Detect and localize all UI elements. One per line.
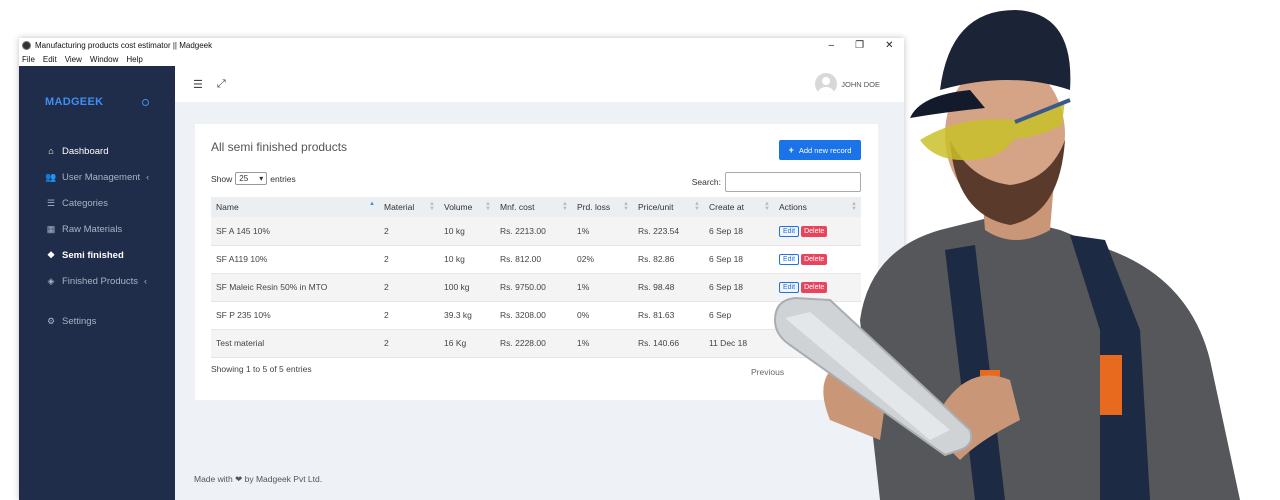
chevron-left-icon: ‹	[144, 276, 148, 286]
menu-edit[interactable]: Edit	[43, 55, 57, 64]
sort-icon: ▲ ▼	[623, 201, 629, 212]
worker-illustration	[773, 10, 1240, 500]
sidebar-item-categories[interactable]: ☰ Categories	[19, 190, 175, 216]
column-header-name[interactable]: Name ▲	[211, 197, 379, 217]
sidebar-item-finished-products[interactable]: ◈ Finished Products ‹	[19, 268, 175, 294]
page-length-control: Show 25 ▾ entries	[211, 172, 296, 185]
column-header-price-unit[interactable]: Price/unit ▲ ▼	[633, 197, 704, 217]
column-header-mnf-cost[interactable]: Mnf. cost ▲ ▼	[495, 197, 572, 217]
sidebar: MADGEEK ⌂ Dashboard 👥 User Management ‹ …	[19, 66, 175, 500]
sidebar-item-dashboard[interactable]: ⌂ Dashboard	[19, 138, 175, 164]
chevron-down-icon: ▾	[259, 174, 264, 183]
app-icon	[22, 40, 31, 50]
card-title: All semi finished products	[211, 140, 348, 154]
page-size-select[interactable]: 25 ▾	[235, 172, 268, 185]
menu-toggle-icon[interactable]: ☰	[193, 78, 203, 91]
menu-file[interactable]: File	[22, 55, 35, 64]
cube-icon: ◈	[47, 275, 55, 286]
menu-help[interactable]: Help	[126, 55, 142, 64]
sidebar-item-raw-materials[interactable]: ▦ Raw Materials	[19, 216, 175, 242]
window-title: Manufacturing products cost estimator ||…	[35, 40, 213, 50]
column-header-material[interactable]: Material ▲ ▼	[379, 197, 439, 217]
home-icon: ⌂	[48, 146, 54, 156]
table-row: SF P 235 10% 2 39.3 kg Rs. 3208.00 0% Rs…	[211, 301, 861, 330]
sidebar-toggle-icon[interactable]	[142, 98, 149, 106]
column-header-create-at[interactable]: Create at ▲ ▼	[704, 197, 774, 217]
users-icon: 👥	[45, 171, 57, 182]
column-header-volume[interactable]: Volume ▲ ▼	[439, 197, 495, 217]
fullscreen-icon[interactable]: ⤢	[217, 78, 226, 91]
list-icon: ☰	[46, 197, 56, 208]
products-table: Name ▲ Material ▲ ▼ Volume ▲ ▼ Mnf. cost ▲ ▼ Pr…	[211, 197, 861, 358]
cubes-icon: ❖	[46, 249, 56, 260]
sort-asc-icon: ▲	[369, 201, 375, 207]
sidebar-item-user-management[interactable]: 👥 User Management ‹	[19, 164, 175, 190]
search-label: Search:	[691, 177, 721, 187]
sort-icon: ▲ ▼	[694, 201, 700, 212]
sort-icon: ▲ ▼	[429, 201, 435, 212]
table-row: SF A119 10% 2 10 kg Rs. 812.00 02% Rs. 8…	[211, 245, 861, 274]
sidebar-item-semi-finished[interactable]: ❖ Semi finished	[19, 242, 175, 268]
heart-icon: ❤	[235, 474, 243, 484]
table-row: Test material 2 16 Kg Rs. 2228.00 1% Rs.…	[211, 329, 861, 358]
gear-icon: ⚙	[46, 315, 56, 326]
footer: Made with ❤ by Madgeek Pvt Ltd.	[194, 474, 323, 484]
sort-icon: ▲ ▼	[485, 201, 491, 212]
table-row: SF Maleic Resin 50% in MTO 2 100 kg Rs. …	[211, 273, 861, 302]
table-info: Showing 1 to 5 of 5 entries	[211, 364, 312, 374]
sort-icon: ▲ ▼	[562, 201, 568, 212]
sidebar-item-settings[interactable]: ⚙ Settings	[19, 308, 175, 334]
chevron-left-icon: ‹	[146, 172, 150, 182]
menu-view[interactable]: View	[65, 55, 82, 64]
column-header-prd-loss[interactable]: Prd. loss ▲ ▼	[572, 197, 633, 217]
grid-icon: ▦	[46, 223, 56, 234]
brand-logo[interactable]: MADGEEK	[45, 96, 103, 108]
table-row: SF A 145 10% 2 10 kg Rs. 2213.00 1% Rs. …	[211, 217, 861, 246]
menu-window[interactable]: Window	[90, 55, 118, 64]
